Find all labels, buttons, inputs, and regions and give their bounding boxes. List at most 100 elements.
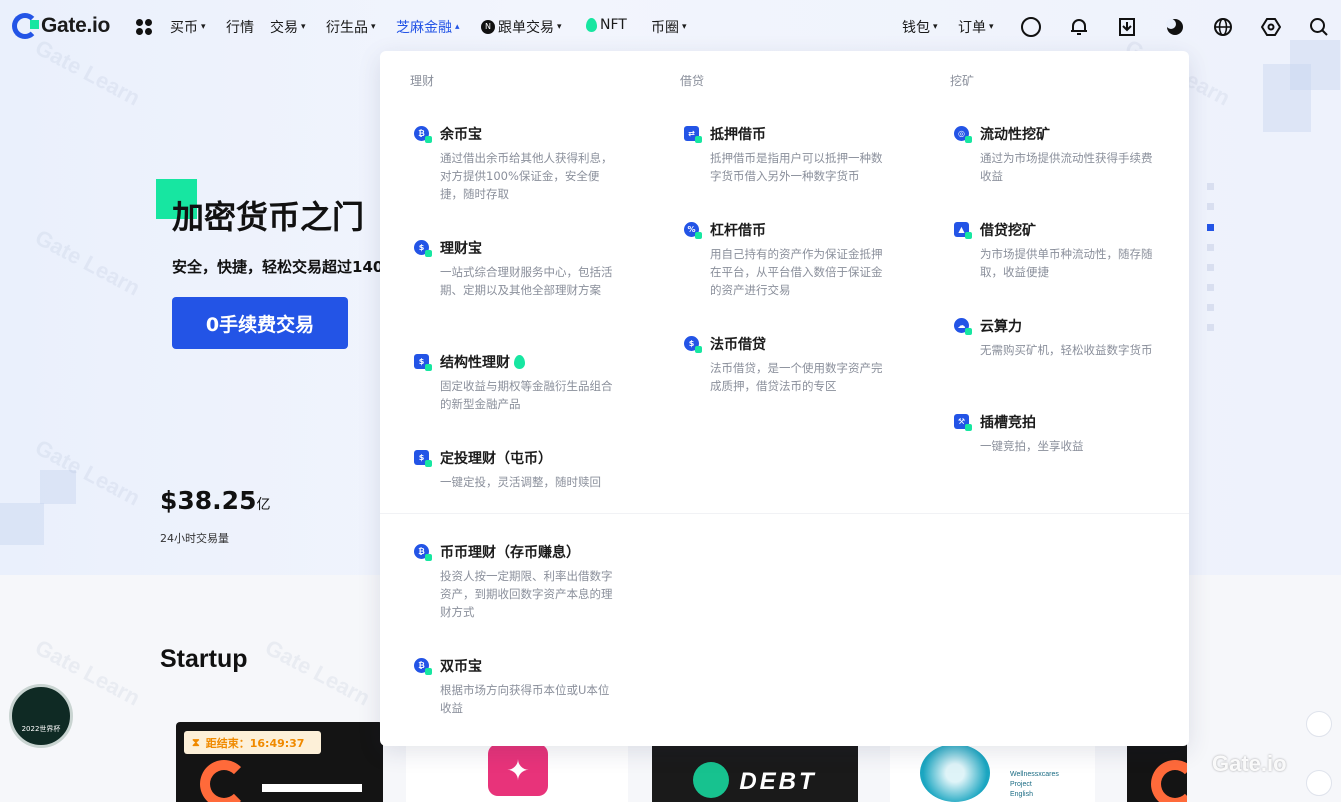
debt-wordmark: DEBT (739, 768, 817, 795)
menu-item-desc: 通过为市场提供流动性获得手续费收益 (980, 151, 1153, 183)
theme-icon[interactable] (1163, 15, 1187, 39)
support-icon[interactable] (1306, 711, 1332, 737)
menu-item-desc: 固定收益与期权等金融衍生品组合的新型金融产品 (440, 379, 613, 411)
menu-item-title: 插槽竞拍 (980, 415, 1036, 431)
project-wordmark (262, 784, 362, 792)
globe-icon[interactable] (1211, 15, 1235, 39)
volume-stat: $38.25亿 (160, 486, 270, 515)
countdown-badge: ⧗ 距结束：16:49:37 (184, 731, 321, 754)
menu-item-fiat-loan[interactable]: $ 法币借贷 法币借贷，是一个使用数字资产完成质押，借贷法币的专区 (684, 334, 890, 395)
settings-icon[interactable] (1259, 15, 1283, 39)
wellness-globe-icon (920, 744, 990, 802)
menu-item-title: 抵押借币 (710, 127, 766, 143)
worldcup-badge[interactable]: 2022世界杯 (9, 684, 73, 748)
liquidity-icon: ◎ (954, 126, 972, 143)
nav-item-trade[interactable]: 交易 ▾ (270, 17, 306, 37)
carousel-dot[interactable] (1207, 284, 1214, 291)
hero-title: 加密货币之门 (172, 198, 365, 236)
structured-product-icon: $ (414, 354, 432, 371)
wellness-line: Project (1010, 781, 1032, 788)
wellness-wordmark: Wellnessxcares Project English (1010, 770, 1059, 800)
nav-item-copy-trading[interactable]: N 跟单交易 ▾ (481, 17, 562, 37)
menu-item-savings[interactable]: ₿ 币币理财（存币赚息） 投资人按一定期限、利率出借数字资产，到期收回数字资产本… (414, 542, 620, 621)
menu-item-structured[interactable]: $ 结构性理财 固定收益与期权等金融衍生品组合的新型金融产品 (414, 352, 620, 413)
bell-icon[interactable] (1067, 15, 1091, 39)
chevron-down-icon: ▾ (201, 22, 206, 32)
menu-item-desc: 通过借出余币给其他人获得利息，对方提供100%保证金，安全便捷，随时存取 (440, 151, 613, 201)
nav-item-derivatives[interactable]: 衍生品 ▾ (326, 17, 376, 37)
nav-item-buy-crypto[interactable]: 买币 ▾ (170, 17, 206, 37)
apps-grid-icon[interactable] (136, 19, 152, 35)
menu-item-collateral-loan[interactable]: ⇄ 抵押借币 抵押借币是指用户可以抵押一种数字货币借入另外一种数字货币 (684, 124, 890, 185)
chevron-down-icon: ▾ (989, 22, 994, 32)
startup-heading: Startup (160, 645, 248, 673)
menu-item-title: 杠杆借币 (710, 223, 766, 239)
hero-subtitle: 安全，快捷，轻松交易超过1400 (172, 258, 380, 276)
chevron-down-icon: ▾ (682, 22, 687, 32)
menu-item-title: 币币理财（存币赚息） (440, 545, 580, 561)
menu-item-liquidity-mining[interactable]: ◎ 流动性挖矿 通过为市场提供流动性获得手续费收益 (954, 124, 1160, 185)
nav-label: 币圈 (651, 20, 679, 36)
carousel-dot[interactable] (1207, 244, 1214, 251)
dual-coin-icon: ₿ (414, 658, 432, 675)
menu-item-desc: 投资人按一定期限、利率出借数字资产，到期收回数字资产本息的理财方式 (440, 569, 613, 619)
chevron-up-icon: ▴ (455, 22, 460, 32)
nav-item-community[interactable]: 币圈 ▾ (651, 17, 687, 37)
menu-item-cloud-mining[interactable]: ☁ 云算力 无需购买矿机，轻松收益数字货币 (954, 316, 1160, 359)
nav-label: 钱包 (902, 20, 930, 36)
wellness-line: English (1010, 791, 1033, 798)
collateral-icon: ⇄ (684, 126, 702, 143)
carousel-dot[interactable] (1207, 324, 1214, 331)
nav-label: 芝麻金融 (396, 20, 452, 36)
menu-item-title: 理财宝 (440, 241, 482, 257)
nav-item-nft[interactable]: NFT (586, 17, 627, 33)
nav-item-wallet[interactable]: 钱包 ▾ (902, 17, 938, 37)
carousel-dot[interactable] (1207, 304, 1214, 311)
menu-item-licaibao[interactable]: $ 理财宝 一站式综合理财服务中心，包括活期、定期以及其他全部理财方案 (414, 238, 620, 299)
nav-label: 衍生品 (326, 20, 368, 36)
menu-item-title-text: 结构性理财 (440, 355, 510, 371)
nav-item-orders[interactable]: 订单 ▾ (958, 17, 994, 37)
column-heading-wealth: 理财 (410, 74, 435, 88)
menu-item-desc: 为市场提供单币种流动性，随存随取，收益便捷 (980, 247, 1153, 279)
debt-logo-icon (693, 762, 730, 798)
leverage-icon: % (684, 222, 702, 239)
flame-icon (586, 18, 597, 32)
volume-unit: 亿 (256, 497, 271, 513)
copy-trade-icon: N (481, 20, 495, 34)
section-divider (380, 513, 1189, 514)
carousel-dot[interactable] (1207, 183, 1214, 190)
carousel-dot-active[interactable] (1207, 224, 1214, 231)
menu-item-slot-auction[interactable]: ⚒ 插槽竞拍 一键竞拍，坐享收益 (954, 412, 1160, 455)
column-heading-mining: 挖矿 (950, 74, 975, 88)
lending-mining-icon: ▲ (954, 222, 972, 239)
menu-item-title: 定投理财（屯币） (440, 451, 552, 467)
finance-dropdown-menu: 理财 借贷 挖矿 ₿ 余币宝 通过借出余币给其他人获得利息，对方提供100%保证… (380, 51, 1189, 746)
menu-item-dual-currency[interactable]: ₿ 双币宝 根据市场方向获得币本位或U本位收益 (414, 656, 620, 717)
hourglass-icon: ⧗ (192, 735, 200, 749)
nav-item-finance[interactable]: 芝麻金融 ▴ (396, 17, 460, 37)
brand-logo[interactable]: Gate.io (12, 13, 110, 39)
help-icon[interactable] (1306, 770, 1332, 796)
search-icon[interactable] (1307, 15, 1331, 39)
menu-item-margin-loan[interactable]: % 杠杆借币 用自己持有的资产作为保证金抵押在平台，从平台借入数倍于保证金的资产… (684, 220, 890, 299)
top-nav: Gate.io 买币 ▾ 行情 交易 ▾ 衍生品 ▾ 芝麻金融 ▴ N 跟单交易 ▾ NFT… (0, 0, 1341, 54)
zero-fee-trade-button[interactable]: 0手续费交易 (172, 297, 348, 349)
menu-item-yubibao[interactable]: ₿ 余币宝 通过借出余币给其他人获得利息，对方提供100%保证金，安全便捷，随时… (414, 124, 620, 203)
menu-item-lending-mining[interactable]: ▲ 借贷挖矿 为市场提供单币种流动性，随存随取，收益便捷 (954, 220, 1160, 281)
nav-label: 行情 (226, 20, 254, 36)
menu-item-title: 结构性理财 (440, 352, 620, 372)
menu-item-title: 双币宝 (440, 659, 482, 675)
chevron-down-icon: ▾ (301, 22, 306, 32)
menu-item-dca[interactable]: $ 定投理财（屯币） 一键定投，灵活调整，随时赎回 (414, 448, 620, 491)
carousel-dot[interactable] (1207, 264, 1214, 271)
menu-item-title: 流动性挖矿 (980, 127, 1050, 143)
download-icon[interactable] (1115, 15, 1139, 39)
nav-item-markets[interactable]: 行情 (226, 17, 254, 37)
user-icon[interactable] (1019, 15, 1043, 39)
page: Gate Learn Gate Learn Gate Learn Gate Le… (0, 0, 1341, 802)
menu-item-title: 法币借贷 (710, 337, 766, 353)
carousel-dot[interactable] (1207, 203, 1214, 210)
money-bag-icon: $ (414, 240, 432, 257)
coin-icon: ₿ (414, 126, 432, 143)
